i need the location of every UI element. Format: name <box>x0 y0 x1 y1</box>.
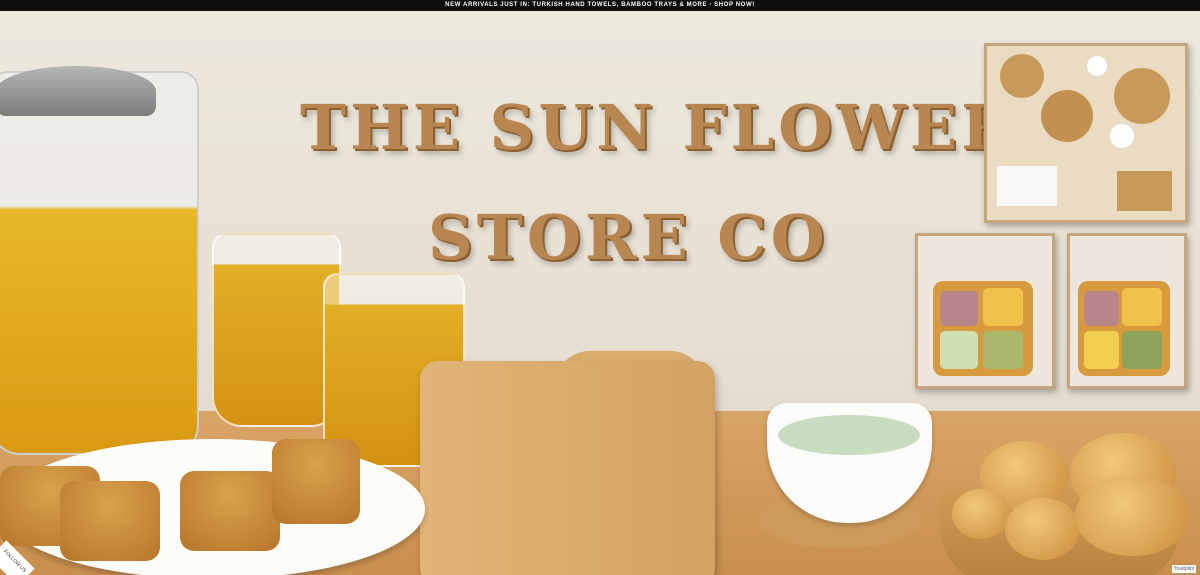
green-soup <box>778 415 920 455</box>
glass-tea-pitcher <box>0 71 199 455</box>
tea-glass <box>212 233 341 427</box>
bread-roll <box>952 489 1010 539</box>
wall-frame-bento-left <box>915 233 1055 389</box>
announcement-bar[interactable]: NEW ARRIVALS JUST IN: TURKISH HAND TOWEL… <box>0 0 1200 11</box>
bread-roll <box>1075 476 1190 556</box>
bento-tray-picture <box>1070 236 1184 386</box>
store-title-line-2: STORE CO <box>428 201 829 274</box>
review-badge[interactable]: Trustpilot <box>1171 565 1196 573</box>
wall-frame-bento-right <box>1067 233 1187 389</box>
bamboo-trays-picture <box>987 46 1185 220</box>
bread-roll <box>1005 498 1080 560</box>
bamboo-cutting-board <box>420 361 715 575</box>
baklava-pastry <box>180 471 280 551</box>
bento-tray-picture <box>918 236 1052 386</box>
store-title-line-1: THE SUN FLOWER <box>300 91 1017 164</box>
hero-banner: THE SUN FLOWER STORE CO FOLLOW US Trustp… <box>0 11 1200 575</box>
pitcher-lid <box>0 66 156 116</box>
wall-frame-bamboo-trays <box>984 43 1188 223</box>
baklava-pastry <box>272 439 360 524</box>
baklava-pastry <box>60 481 160 561</box>
